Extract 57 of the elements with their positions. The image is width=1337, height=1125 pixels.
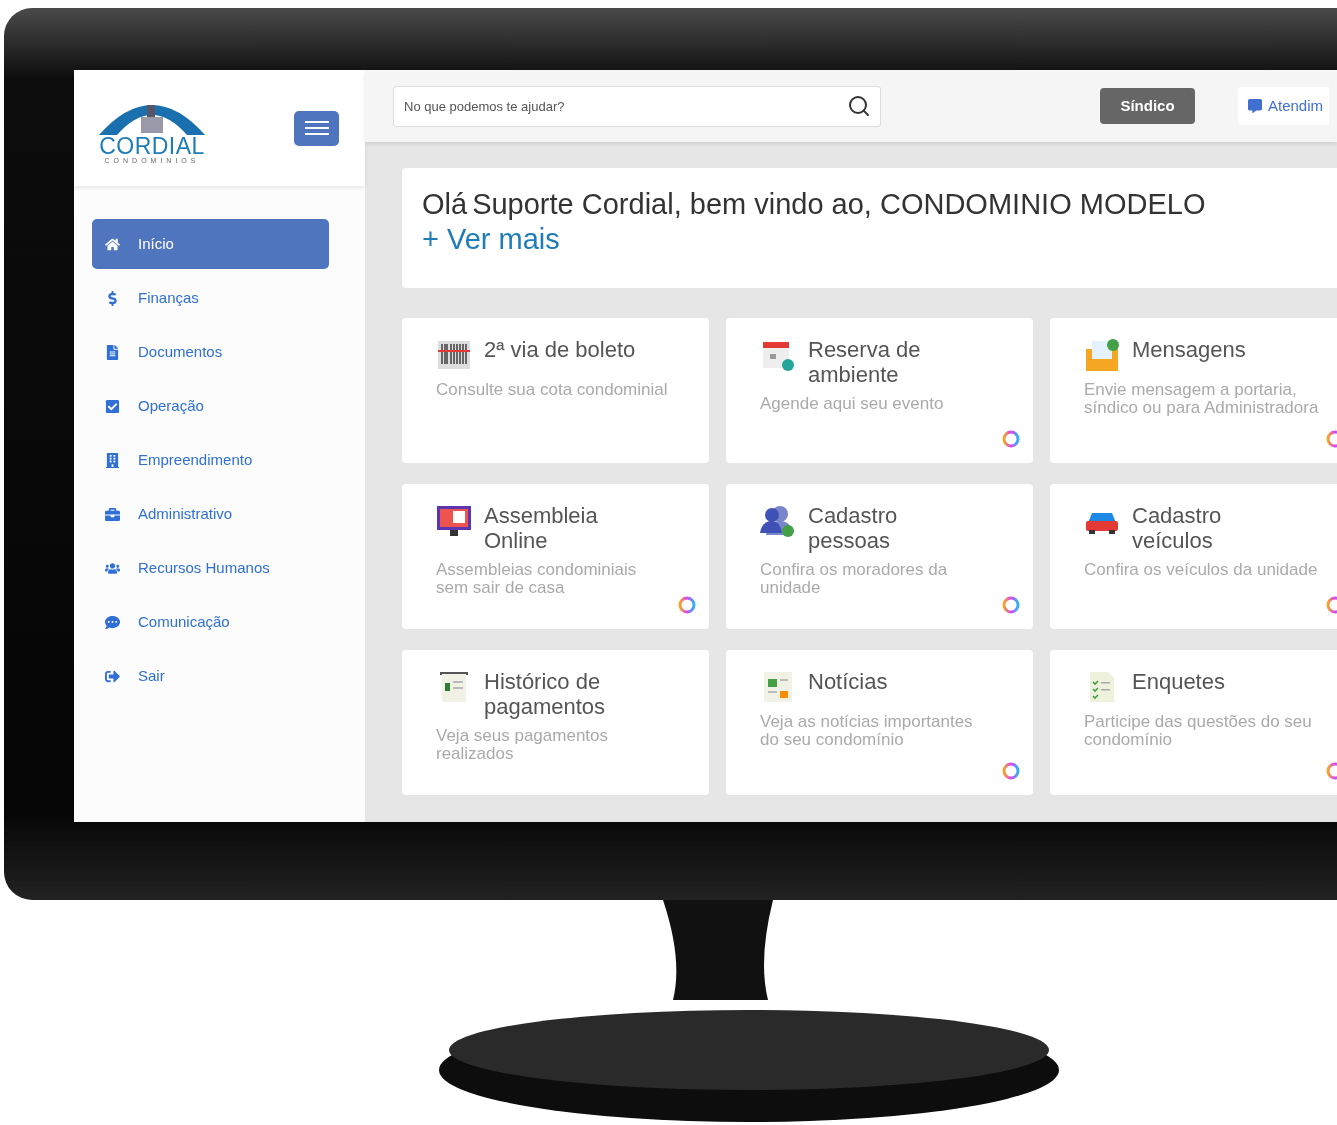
checkbox-icon — [105, 398, 120, 414]
card-title: Cadastro veículos — [1132, 503, 1223, 553]
building-icon — [105, 452, 120, 468]
sidebar-item[interactable]: Sair — [92, 651, 329, 701]
chat-icon — [1248, 99, 1262, 113]
service-card[interactable]: Cadastro veículos Confira os veículos da unidade — [1050, 484, 1337, 629]
greeting: Olá — [422, 187, 468, 222]
see-more-link[interactable]: + Ver mais — [422, 222, 560, 256]
sidebar-item[interactable]: Administrativo — [92, 489, 329, 539]
card-title: Reserva de ambiente — [808, 337, 922, 387]
card-title: Assembleia Online — [484, 503, 599, 553]
card-description: Envie mensagem a portaria, síndico ou para Administradora — [1084, 381, 1319, 417]
service-card[interactable]: Notícias Veja as notícias importantes do seu condomínio — [726, 650, 1033, 795]
card-title: Notícias — [808, 669, 889, 694]
service-card[interactable]: Enquetes Participe das questões do seu condomínio — [1050, 650, 1337, 795]
service-card[interactable]: Cadastro pessoas Confira os moradores da unidade — [726, 484, 1033, 629]
sidebar-item[interactable]: Recursos Humanos — [92, 543, 329, 593]
card-title: Cadastro pessoas — [808, 503, 899, 553]
people-icon — [105, 560, 120, 576]
sidebar-item[interactable]: Finanças — [92, 273, 329, 323]
chat-bubble-icon — [105, 614, 120, 630]
search-field[interactable]: No que podemos te ajudar? — [393, 85, 881, 127]
card-title: Enquetes — [1132, 669, 1226, 694]
monitor-icon — [436, 503, 472, 539]
service-card[interactable]: Reserva de ambiente Agende aqui seu evento — [726, 318, 1033, 463]
card-description: Veja seus pagamentos realizados — [436, 727, 609, 763]
sign-out-icon — [105, 668, 120, 684]
sidebar-item[interactable]: Início — [92, 219, 329, 269]
card-title: 2ª via de boleto — [484, 337, 637, 362]
support-button[interactable]: Atendim — [1238, 87, 1330, 125]
service-card[interactable]: Assembleia Online Assembleias condominiais sem sair de casa — [402, 484, 709, 629]
role-button[interactable]: Síndico — [1100, 88, 1195, 124]
service-card[interactable]: 2ª via de boleto Consulte sua cota condominial — [402, 318, 709, 463]
card-description: Consulte sua cota condominial — [436, 381, 669, 399]
menu-button[interactable] — [294, 110, 339, 146]
envelope-icon — [1084, 337, 1120, 373]
sidebar-item[interactable]: Documentos — [92, 327, 329, 377]
card-description: Participe das questões do seu condomínio — [1084, 713, 1313, 749]
briefcase-icon — [105, 506, 120, 522]
people-icon — [760, 503, 796, 539]
sidebar-item[interactable]: Operação — [92, 381, 329, 431]
service-card[interactable]: Mensagens Envie mensagem a portaria, síndico ou para Administradora — [1050, 318, 1337, 463]
welcome-text: Suporte Cordial, bem vindo ao, CONDOMINIO MODELO — [472, 187, 1206, 222]
card-title: Histórico de pagamentos — [484, 669, 607, 719]
card-description: Veja as notícias importantes do seu condomínio — [760, 713, 974, 749]
sidebar-item[interactable]: Comunicação — [92, 597, 329, 647]
card-title: Mensagens — [1132, 337, 1247, 362]
card-description: Agende aqui seu evento — [760, 395, 945, 413]
home-icon — [105, 236, 120, 252]
logo-name: CORDIAL — [99, 135, 205, 157]
document-icon — [105, 344, 120, 360]
card-description: Assembleias condominiais sem sair de casa — [436, 561, 638, 597]
search-icon — [847, 93, 871, 118]
sidebar-item[interactable]: Empreendimento — [92, 435, 329, 485]
service-card[interactable]: Histórico de pagamentos Veja seus pagamentos realizados — [402, 650, 709, 795]
card-description: Confira os veículos da unidade — [1084, 561, 1319, 579]
card-description: Confira os moradores da unidade — [760, 561, 949, 597]
